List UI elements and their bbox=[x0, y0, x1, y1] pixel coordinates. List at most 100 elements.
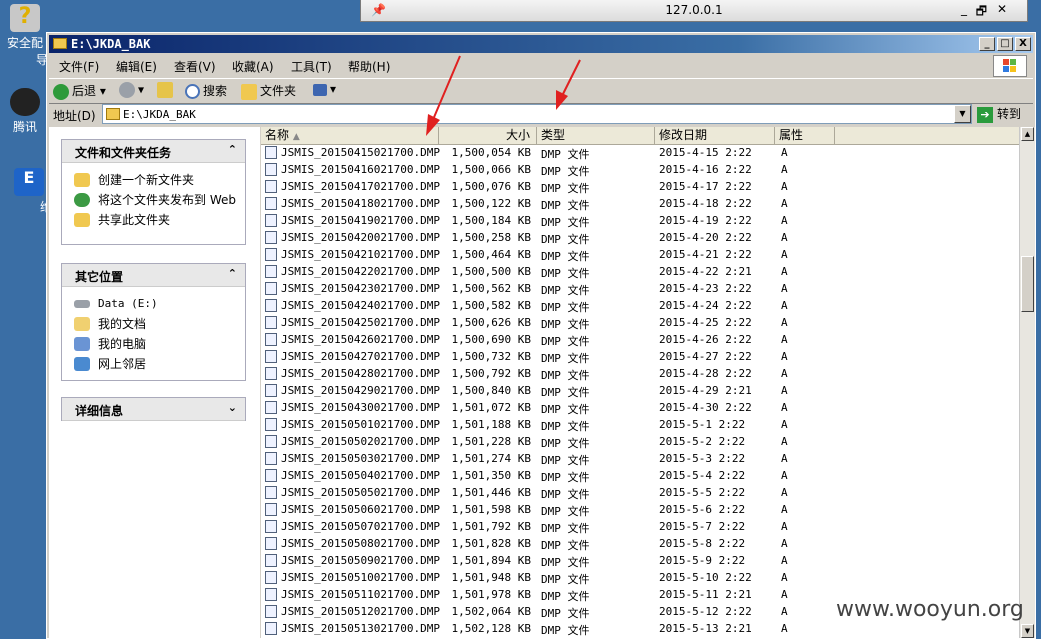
vertical-scrollbar[interactable]: ▲ ▼ bbox=[1019, 127, 1035, 638]
minimize-button[interactable]: _ bbox=[979, 37, 995, 51]
maximize-button[interactable]: □ bbox=[997, 37, 1013, 51]
table-row[interactable]: JSMIS_20150421021700.DMP 1,500,464 KB DMP … bbox=[261, 246, 1019, 263]
table-row[interactable]: JSMIS_20150427021700.DMP 1,500,732 KB DMP … bbox=[261, 348, 1019, 365]
search-button[interactable]: 搜索 bbox=[185, 82, 227, 99]
rdp-minimize-button[interactable]: _ bbox=[961, 2, 967, 16]
menu-edit[interactable]: 编辑(E) bbox=[116, 58, 157, 75]
up-folder-button[interactable] bbox=[157, 82, 176, 98]
place-my-documents[interactable]: 我的文档 bbox=[62, 317, 245, 331]
table-row[interactable]: JSMIS_20150508021700.DMP 1,501,828 KB DMP … bbox=[261, 535, 1019, 552]
file-type: DMP 文件 bbox=[541, 284, 590, 297]
file-modified: 2015-4-18 2:22 bbox=[659, 197, 752, 210]
go-button[interactable]: ➔ 转到 bbox=[977, 105, 1021, 123]
file-icon bbox=[265, 231, 277, 244]
table-row[interactable]: JSMIS_20150417021700.DMP 1,500,076 KB DMP … bbox=[261, 178, 1019, 195]
menu-help[interactable]: 帮助(H) bbox=[348, 58, 390, 75]
table-row[interactable]: JSMIS_20150513021700.DMP 1,502,128 KB DMP … bbox=[261, 620, 1019, 637]
table-row[interactable]: JSMIS_20150504021700.DMP 1,501,350 KB DMP … bbox=[261, 467, 1019, 484]
place-my-computer[interactable]: 我的电脑 bbox=[62, 337, 245, 351]
column-name-header[interactable]: 名称 ▲ bbox=[261, 127, 439, 144]
menu-file[interactable]: 文件(F) bbox=[59, 58, 99, 75]
details-header[interactable]: 详细信息 ⌄ bbox=[62, 398, 245, 421]
place-data-drive[interactable]: Data (E:) bbox=[62, 297, 245, 311]
back-button[interactable]: 后退 ▾ bbox=[53, 82, 106, 100]
task-publish-web-label: 将这个文件夹发布到 Web bbox=[98, 193, 236, 207]
views-button[interactable]: ▾ bbox=[313, 82, 336, 96]
file-attr: A bbox=[781, 503, 788, 516]
file-attr: A bbox=[781, 401, 788, 414]
menu-view[interactable]: 查看(V) bbox=[174, 58, 216, 75]
scroll-down-button[interactable]: ▼ bbox=[1021, 624, 1034, 638]
desktop-shortcut[interactable]: 腾讯 bbox=[2, 88, 48, 135]
table-row[interactable]: JSMIS_20150501021700.DMP 1,501,188 KB DMP … bbox=[261, 416, 1019, 433]
table-row[interactable]: JSMIS_20150507021700.DMP 1,501,792 KB DMP … bbox=[261, 518, 1019, 535]
file-tasks-header[interactable]: 文件和文件夹任务 ⌃ bbox=[62, 140, 245, 163]
task-new-folder[interactable]: 创建一个新文件夹 bbox=[62, 173, 245, 187]
file-attr: A bbox=[781, 622, 788, 635]
scroll-up-button[interactable]: ▲ bbox=[1021, 127, 1034, 141]
column-name-label: 名称 bbox=[265, 128, 290, 142]
file-type: DMP 文件 bbox=[541, 369, 590, 382]
table-row[interactable]: JSMIS_20150416021700.DMP 1,500,066 KB DMP … bbox=[261, 161, 1019, 178]
table-row[interactable]: JSMIS_20150415021700.DMP 1,500,054 KB DMP … bbox=[261, 144, 1019, 161]
table-row[interactable]: JSMIS_20150422021700.DMP 1,500,500 KB DMP … bbox=[261, 263, 1019, 280]
expand-chevron-icon[interactable]: ⌄ bbox=[228, 401, 237, 414]
file-attr: A bbox=[781, 605, 788, 618]
file-type: DMP 文件 bbox=[541, 352, 590, 365]
table-row[interactable]: JSMIS_20150424021700.DMP 1,500,582 KB DMP … bbox=[261, 297, 1019, 314]
table-row[interactable]: JSMIS_20150510021700.DMP 1,501,948 KB DMP … bbox=[261, 569, 1019, 586]
forward-button[interactable]: ▾ bbox=[119, 82, 144, 98]
address-dropdown-button[interactable]: ▼ bbox=[954, 105, 971, 123]
other-places-header[interactable]: 其它位置 ⌃ bbox=[62, 264, 245, 287]
folder-icon bbox=[106, 108, 120, 120]
table-row[interactable]: JSMIS_20150505021700.DMP 1,501,446 KB DMP … bbox=[261, 484, 1019, 501]
file-icon bbox=[265, 520, 277, 533]
table-row[interactable]: JSMIS_20150420021700.DMP 1,500,258 KB DMP … bbox=[261, 229, 1019, 246]
place-network-label: 网上邻居 bbox=[98, 357, 147, 371]
table-row[interactable]: JSMIS_20150428021700.DMP 1,500,792 KB DMP … bbox=[261, 365, 1019, 382]
file-size: 1,501,948 KB bbox=[451, 571, 531, 584]
table-row[interactable]: JSMIS_20150502021700.DMP 1,501,228 KB DMP … bbox=[261, 433, 1019, 450]
table-row[interactable]: JSMIS_20150423021700.DMP 1,500,562 KB DMP … bbox=[261, 280, 1019, 297]
file-icon bbox=[265, 588, 277, 601]
column-attr-header[interactable]: 属性 bbox=[775, 127, 835, 144]
file-modified: 2015-4-17 2:22 bbox=[659, 180, 752, 193]
rdp-restore-button[interactable]: 🗗 bbox=[976, 2, 987, 23]
desktop-shortcut[interactable]: ? 安全配 导 bbox=[2, 4, 48, 68]
place-network[interactable]: 网上邻居 bbox=[62, 357, 245, 371]
table-row[interactable]: JSMIS_20150430021700.DMP 1,501,072 KB DMP … bbox=[261, 399, 1019, 416]
task-publish-web[interactable]: 将这个文件夹发布到 Web bbox=[62, 193, 245, 207]
folders-button[interactable]: 文件夹 bbox=[241, 82, 296, 100]
rdp-close-button[interactable]: ✕ bbox=[997, 2, 1007, 16]
collapse-chevron-icon[interactable]: ⌃ bbox=[228, 267, 237, 280]
menu-tools[interactable]: 工具(T) bbox=[291, 58, 332, 75]
column-modified-header[interactable]: 修改日期 bbox=[655, 127, 775, 144]
file-size: 1,500,122 KB bbox=[451, 197, 531, 210]
address-input[interactable]: E:\JKDA_BAK ▼ bbox=[102, 104, 972, 124]
sort-ascending-icon: ▲ bbox=[292, 132, 300, 142]
table-row[interactable]: JSMIS_20150429021700.DMP 1,500,840 KB DMP … bbox=[261, 382, 1019, 399]
scroll-thumb[interactable] bbox=[1021, 256, 1034, 312]
file-modified: 2015-4-19 2:22 bbox=[659, 214, 752, 227]
remote-desktop-bar[interactable]: 📌 127.0.0.1 _ 🗗 ✕ bbox=[360, 0, 1028, 22]
file-modified: 2015-5-13 2:21 bbox=[659, 622, 752, 635]
table-row[interactable]: JSMIS_20150425021700.DMP 1,500,626 KB DMP … bbox=[261, 314, 1019, 331]
menu-favorites[interactable]: 收藏(A) bbox=[232, 58, 274, 75]
column-headers: 名称 ▲ 大小 类型 修改日期 属性 bbox=[261, 127, 1019, 145]
file-type: DMP 文件 bbox=[541, 420, 590, 433]
table-row[interactable]: JSMIS_20150509021700.DMP 1,501,894 KB DMP … bbox=[261, 552, 1019, 569]
task-share-folder[interactable]: 共享此文件夹 bbox=[62, 213, 245, 227]
column-type-header[interactable]: 类型 bbox=[537, 127, 655, 144]
table-row[interactable]: JSMIS_20150419021700.DMP 1,500,184 KB DMP … bbox=[261, 212, 1019, 229]
file-name: JSMIS_20150417021700.DMP bbox=[281, 180, 440, 193]
file-attr: A bbox=[781, 435, 788, 448]
close-button[interactable]: X bbox=[1015, 37, 1031, 51]
collapse-chevron-icon[interactable]: ⌃ bbox=[228, 143, 237, 156]
table-row[interactable]: JSMIS_20150506021700.DMP 1,501,598 KB DMP … bbox=[261, 501, 1019, 518]
table-row[interactable]: JSMIS_20150418021700.DMP 1,500,122 KB DMP … bbox=[261, 195, 1019, 212]
window-titlebar[interactable]: E:\JKDA_BAK _ □ X bbox=[49, 35, 1033, 53]
file-modified: 2015-4-16 2:22 bbox=[659, 163, 752, 176]
table-row[interactable]: JSMIS_20150503021700.DMP 1,501,274 KB DMP … bbox=[261, 450, 1019, 467]
table-row[interactable]: JSMIS_20150426021700.DMP 1,500,690 KB DMP … bbox=[261, 331, 1019, 348]
file-modified: 2015-5-8 2:22 bbox=[659, 537, 746, 550]
